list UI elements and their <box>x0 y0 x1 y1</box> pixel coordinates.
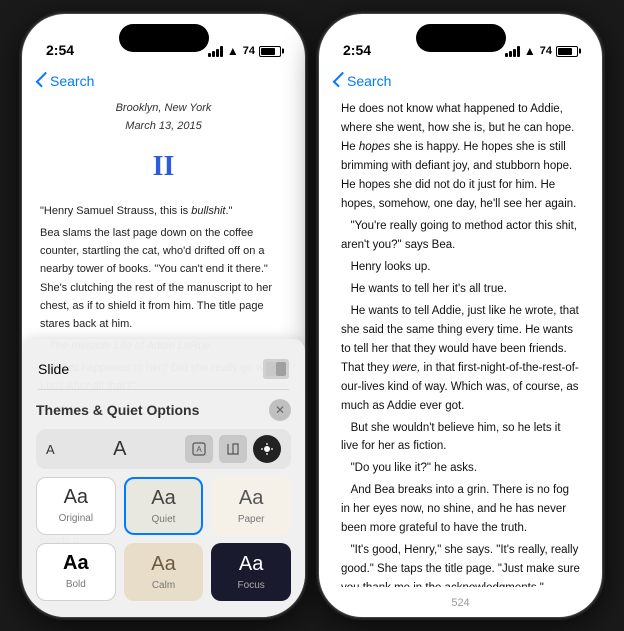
battery-icon-left <box>259 46 281 57</box>
theme-card-original[interactable]: Aa Original <box>36 477 116 535</box>
dynamic-island <box>119 24 209 52</box>
theme-aa-focus: Aa <box>239 553 263 576</box>
status-icons-right: ▲ 74 <box>505 44 578 58</box>
theme-aa-quiet: Aa <box>151 487 175 510</box>
signal-icon-right <box>505 46 520 57</box>
back-button-right[interactable]: Search <box>335 73 391 89</box>
theme-name-original: Original <box>59 513 93 524</box>
dynamic-island-right <box>416 24 506 52</box>
battery-icon-right <box>556 46 578 57</box>
theme-aa-paper: Aa <box>239 487 263 510</box>
battery-pct-right: 74 <box>540 45 552 57</box>
book-chapter: II <box>40 145 287 190</box>
back-button-left[interactable]: Search <box>38 73 94 89</box>
svg-text:A: A <box>196 445 202 454</box>
status-icons-left: ▲ 74 <box>208 44 281 58</box>
theme-name-bold: Bold <box>66 579 86 590</box>
theme-card-paper[interactable]: Aa Paper <box>211 477 291 535</box>
theme-aa-calm: Aa <box>151 553 175 576</box>
wifi-icon-right: ▲ <box>524 44 536 58</box>
slide-icon <box>263 359 289 379</box>
signal-icon <box>208 46 223 57</box>
back-label-right: Search <box>347 73 391 89</box>
wifi-icon: ▲ <box>227 44 239 58</box>
theme-name-quiet: Quiet <box>152 514 176 525</box>
theme-card-bold[interactable]: Aa Bold <box>36 543 116 601</box>
themes-header: Themes & Quiet Options ✕ <box>36 399 291 421</box>
font-icons: A <box>185 435 281 463</box>
close-button[interactable]: ✕ <box>269 399 291 421</box>
page-number: 524 <box>451 597 469 609</box>
chevron-left-icon <box>36 72 52 88</box>
brightness-icon[interactable] <box>253 435 281 463</box>
chevron-left-icon-right <box>333 72 349 88</box>
font-style-icon[interactable]: A <box>185 435 213 463</box>
theme-name-focus: Focus <box>238 580 265 591</box>
theme-name-calm: Calm <box>152 580 175 591</box>
font-size-small-label: A <box>46 442 55 457</box>
themes-title: Themes & Quiet Options <box>36 402 199 418</box>
theme-aa-original: Aa <box>64 486 88 509</box>
themes-panel: Themes & Quiet Options ✕ A A A <box>22 391 305 617</box>
time-right: 2:54 <box>343 42 371 58</box>
book-content-right: He does not know what happened to Addie,… <box>319 100 602 587</box>
book-header: Brooklyn, New YorkMarch 13, 2015 <box>40 100 287 135</box>
theme-aa-bold: Aa <box>63 552 89 575</box>
nav-bar-right: Search <box>319 62 602 100</box>
slide-label: Slide <box>38 361 69 377</box>
font-book-icon[interactable] <box>219 435 247 463</box>
battery-pct-left: 74 <box>243 45 255 57</box>
font-size-large-label: A <box>113 438 126 461</box>
font-controls: A A A <box>36 429 291 469</box>
nav-bar-left: Search <box>22 62 305 100</box>
theme-card-quiet[interactable]: Aa Quiet <box>124 477 204 535</box>
theme-name-paper: Paper <box>238 514 265 525</box>
back-label-left: Search <box>50 73 94 89</box>
transition-slide[interactable]: Slide <box>38 349 289 390</box>
theme-card-focus[interactable]: Aa Focus <box>211 543 291 601</box>
theme-card-calm[interactable]: Aa Calm <box>124 543 204 601</box>
theme-grid: Aa Original Aa Quiet Aa Paper Aa Bold Aa <box>36 477 291 601</box>
time-left: 2:54 <box>46 42 74 58</box>
right-phone: 2:54 ▲ 74 Search <box>318 13 603 618</box>
left-phone: 2:54 ▲ 74 Search <box>21 13 306 618</box>
